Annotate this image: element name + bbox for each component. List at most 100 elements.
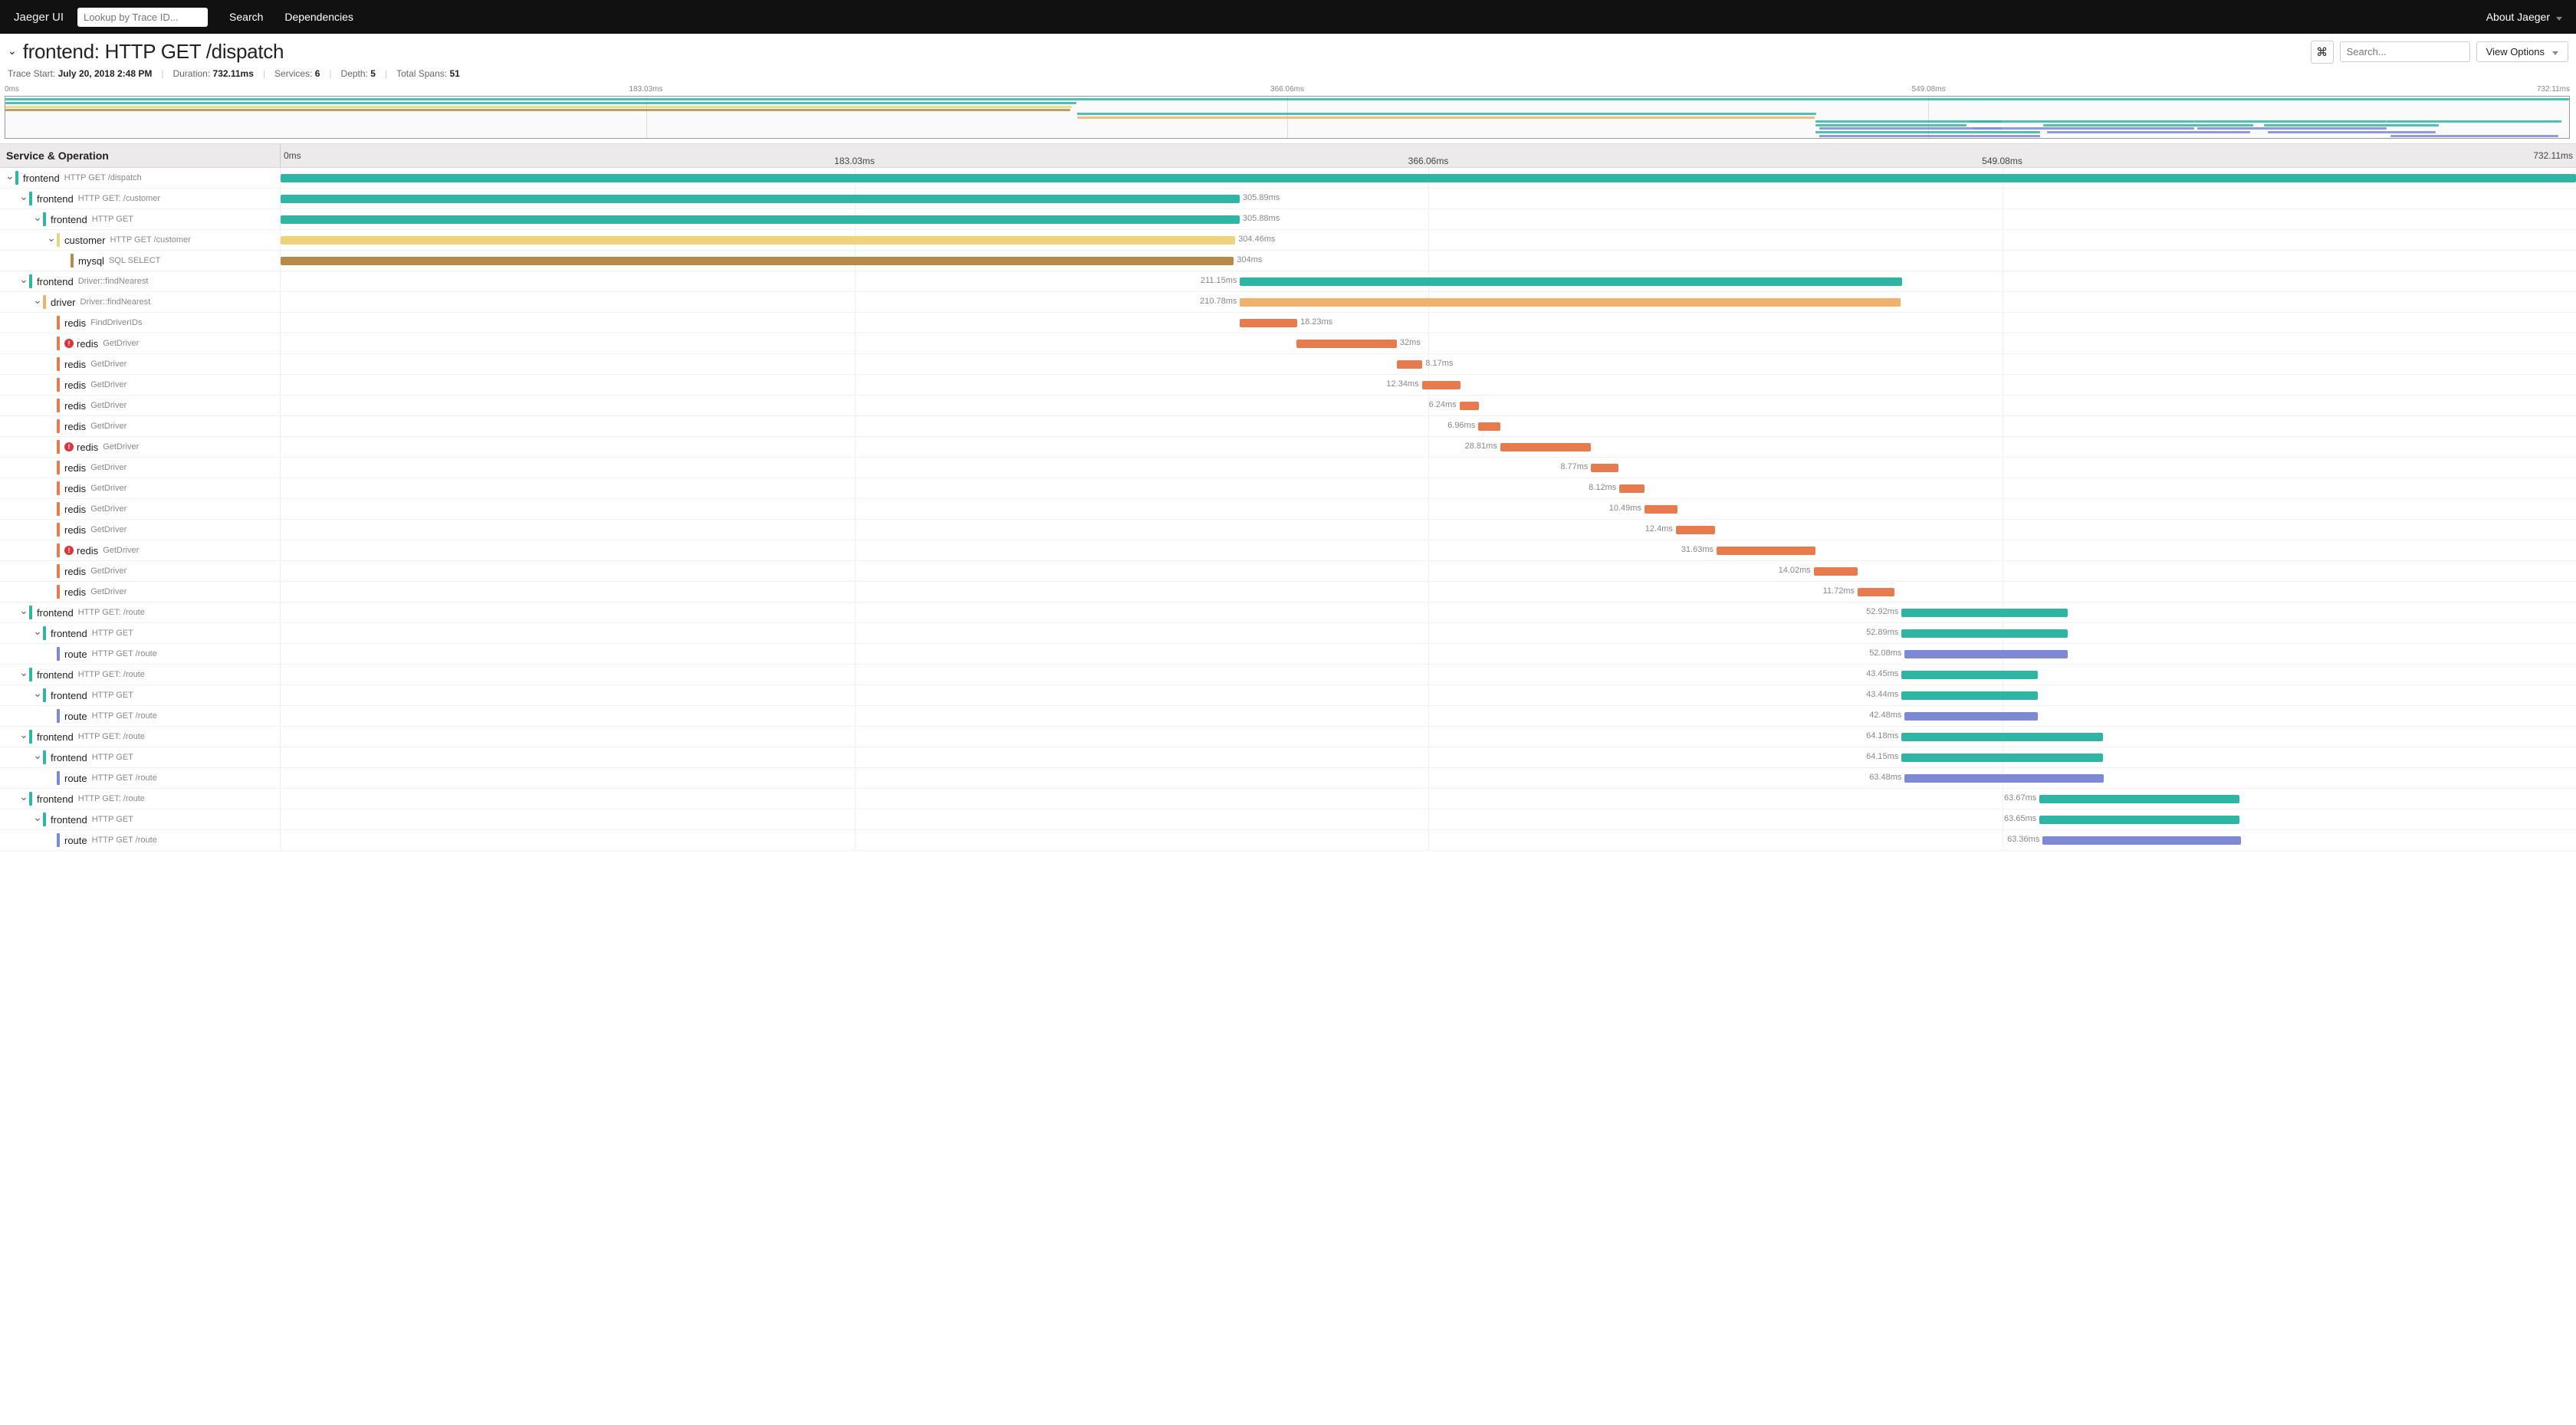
- span-row[interactable]: redisGetDriver8.12ms: [0, 478, 2576, 499]
- span-row[interactable]: routeHTTP GET /route63.36ms: [0, 830, 2576, 851]
- span-row[interactable]: redisFindDriverIDs18.23ms: [0, 313, 2576, 333]
- span-timeline-cell[interactable]: 63.48ms: [281, 768, 2576, 788]
- span-timeline-cell[interactable]: 52.08ms: [281, 644, 2576, 664]
- span-bar[interactable]: [1422, 381, 1460, 389]
- collapse-icon[interactable]: [32, 815, 43, 825]
- span-label-cell[interactable]: redisFindDriverIDs: [0, 313, 281, 333]
- span-row[interactable]: frontendHTTP GET: /route52.92ms: [0, 603, 2576, 623]
- span-timeline-cell[interactable]: 10.49ms: [281, 499, 2576, 519]
- span-timeline-cell[interactable]: 42.48ms: [281, 706, 2576, 726]
- span-label-cell[interactable]: !redisGetDriver: [0, 540, 281, 560]
- span-row[interactable]: frontendHTTP GET: /route43.45ms: [0, 665, 2576, 685]
- span-bar[interactable]: [2039, 816, 2239, 824]
- span-bar[interactable]: [1676, 526, 1715, 534]
- collapse-icon[interactable]: [32, 691, 43, 701]
- span-label-cell[interactable]: redisGetDriver: [0, 375, 281, 395]
- span-label-cell[interactable]: frontendHTTP GET: [0, 623, 281, 643]
- minimap-canvas[interactable]: [5, 96, 2570, 139]
- span-timeline-cell[interactable]: 43.44ms: [281, 685, 2576, 705]
- about-dropdown[interactable]: About Jaeger: [2486, 11, 2562, 23]
- span-bar[interactable]: [1904, 774, 2104, 783]
- span-timeline-cell[interactable]: 12.4ms: [281, 520, 2576, 540]
- span-row[interactable]: frontendHTTP GET64.15ms: [0, 747, 2576, 768]
- span-row[interactable]: frontendHTTP GET63.65ms: [0, 809, 2576, 830]
- span-timeline-cell[interactable]: 11.72ms: [281, 582, 2576, 602]
- collapse-trace-icon[interactable]: [8, 43, 17, 61]
- span-bar[interactable]: [281, 195, 1240, 203]
- span-label-cell[interactable]: redisGetDriver: [0, 520, 281, 540]
- span-bar[interactable]: [1460, 402, 1480, 410]
- span-label-cell[interactable]: frontendHTTP GET: /route: [0, 603, 281, 622]
- span-timeline-cell[interactable]: 63.65ms: [281, 809, 2576, 829]
- span-bar[interactable]: [281, 174, 2576, 182]
- span-timeline-cell[interactable]: 31.63ms: [281, 540, 2576, 560]
- span-label-cell[interactable]: !redisGetDriver: [0, 437, 281, 457]
- collapse-icon[interactable]: [18, 732, 29, 742]
- span-bar[interactable]: [1858, 588, 1894, 596]
- span-label-cell[interactable]: frontendHTTP GET: /customer: [0, 189, 281, 208]
- span-row[interactable]: routeHTTP GET /route63.48ms: [0, 768, 2576, 789]
- span-label-cell[interactable]: redisGetDriver: [0, 561, 281, 581]
- span-timeline-cell[interactable]: 305.89ms: [281, 189, 2576, 208]
- span-label-cell[interactable]: frontendHTTP GET: [0, 685, 281, 705]
- span-timeline-cell[interactable]: 64.15ms: [281, 747, 2576, 767]
- span-row[interactable]: redisGetDriver11.72ms: [0, 582, 2576, 603]
- span-row[interactable]: frontendDriver::findNearest211.15ms: [0, 271, 2576, 292]
- collapse-icon[interactable]: [18, 670, 29, 680]
- span-bar[interactable]: [1296, 340, 1397, 348]
- span-bar[interactable]: [1717, 547, 1815, 555]
- span-row[interactable]: driverDriver::findNearest210.78ms: [0, 292, 2576, 313]
- span-row[interactable]: frontendHTTP GET: /route64.18ms: [0, 727, 2576, 747]
- span-row[interactable]: redisGetDriver8.17ms: [0, 354, 2576, 375]
- span-row[interactable]: frontendHTTP GET: /customer305.89ms: [0, 189, 2576, 209]
- span-label-cell[interactable]: !redisGetDriver: [0, 333, 281, 353]
- span-timeline-cell[interactable]: 64.18ms: [281, 727, 2576, 747]
- span-timeline-cell[interactable]: 43.45ms: [281, 665, 2576, 685]
- minimap[interactable]: 0ms183.03ms366.06ms549.08ms732.11ms: [0, 85, 2576, 139]
- span-bar[interactable]: [1904, 712, 2038, 721]
- span-label-cell[interactable]: frontendDriver::findNearest: [0, 271, 281, 291]
- span-bar[interactable]: [281, 215, 1240, 224]
- span-timeline-cell[interactable]: 8.12ms: [281, 478, 2576, 498]
- collapse-icon[interactable]: [32, 753, 43, 763]
- collapse-icon[interactable]: [18, 277, 29, 287]
- span-row[interactable]: redisGetDriver10.49ms: [0, 499, 2576, 520]
- span-timeline-cell[interactable]: 210.78ms: [281, 292, 2576, 312]
- span-label-cell[interactable]: redisGetDriver: [0, 416, 281, 436]
- span-bar[interactable]: [1644, 505, 1677, 514]
- span-label-cell[interactable]: redisGetDriver: [0, 499, 281, 519]
- span-timeline-cell[interactable]: 8.17ms: [281, 354, 2576, 374]
- span-label-cell[interactable]: frontendHTTP GET: [0, 747, 281, 767]
- span-label-cell[interactable]: routeHTTP GET /route: [0, 830, 281, 850]
- span-timeline-cell[interactable]: 52.92ms: [281, 603, 2576, 622]
- span-timeline-cell[interactable]: [281, 168, 2576, 188]
- span-label-cell[interactable]: driverDriver::findNearest: [0, 292, 281, 312]
- span-row[interactable]: routeHTTP GET /route52.08ms: [0, 644, 2576, 665]
- span-bar[interactable]: [2039, 795, 2239, 803]
- collapse-icon[interactable]: [32, 297, 43, 307]
- nav-dependencies-link[interactable]: Dependencies: [284, 11, 353, 23]
- span-row[interactable]: frontendHTTP GET52.89ms: [0, 623, 2576, 644]
- span-timeline-cell[interactable]: 305.88ms: [281, 209, 2576, 229]
- span-row[interactable]: frontendHTTP GET305.88ms: [0, 209, 2576, 230]
- span-bar[interactable]: [1901, 609, 2067, 617]
- collapse-icon[interactable]: [18, 608, 29, 618]
- span-bar[interactable]: [1901, 629, 2067, 638]
- span-row[interactable]: frontendHTTP GET43.44ms: [0, 685, 2576, 706]
- span-bar[interactable]: [281, 257, 1234, 265]
- collapse-icon[interactable]: [46, 235, 57, 245]
- span-row[interactable]: frontendHTTP GET /dispatch: [0, 168, 2576, 189]
- span-row[interactable]: routeHTTP GET /route42.48ms: [0, 706, 2576, 727]
- span-row[interactable]: mysqlSQL SELECT304ms: [0, 251, 2576, 271]
- span-label-cell[interactable]: redisGetDriver: [0, 354, 281, 374]
- span-timeline-cell[interactable]: 52.89ms: [281, 623, 2576, 643]
- span-bar[interactable]: [1901, 754, 2102, 762]
- span-timeline-cell[interactable]: 63.67ms: [281, 789, 2576, 809]
- span-label-cell[interactable]: mysqlSQL SELECT: [0, 251, 281, 271]
- span-bar[interactable]: [1240, 277, 1902, 286]
- span-bar[interactable]: [1901, 671, 2038, 679]
- span-bar[interactable]: [1901, 691, 2038, 700]
- trace-search-input[interactable]: [2340, 41, 2470, 62]
- span-timeline-cell[interactable]: 12.34ms: [281, 375, 2576, 395]
- keyboard-shortcuts-button[interactable]: ⌘: [2311, 41, 2334, 64]
